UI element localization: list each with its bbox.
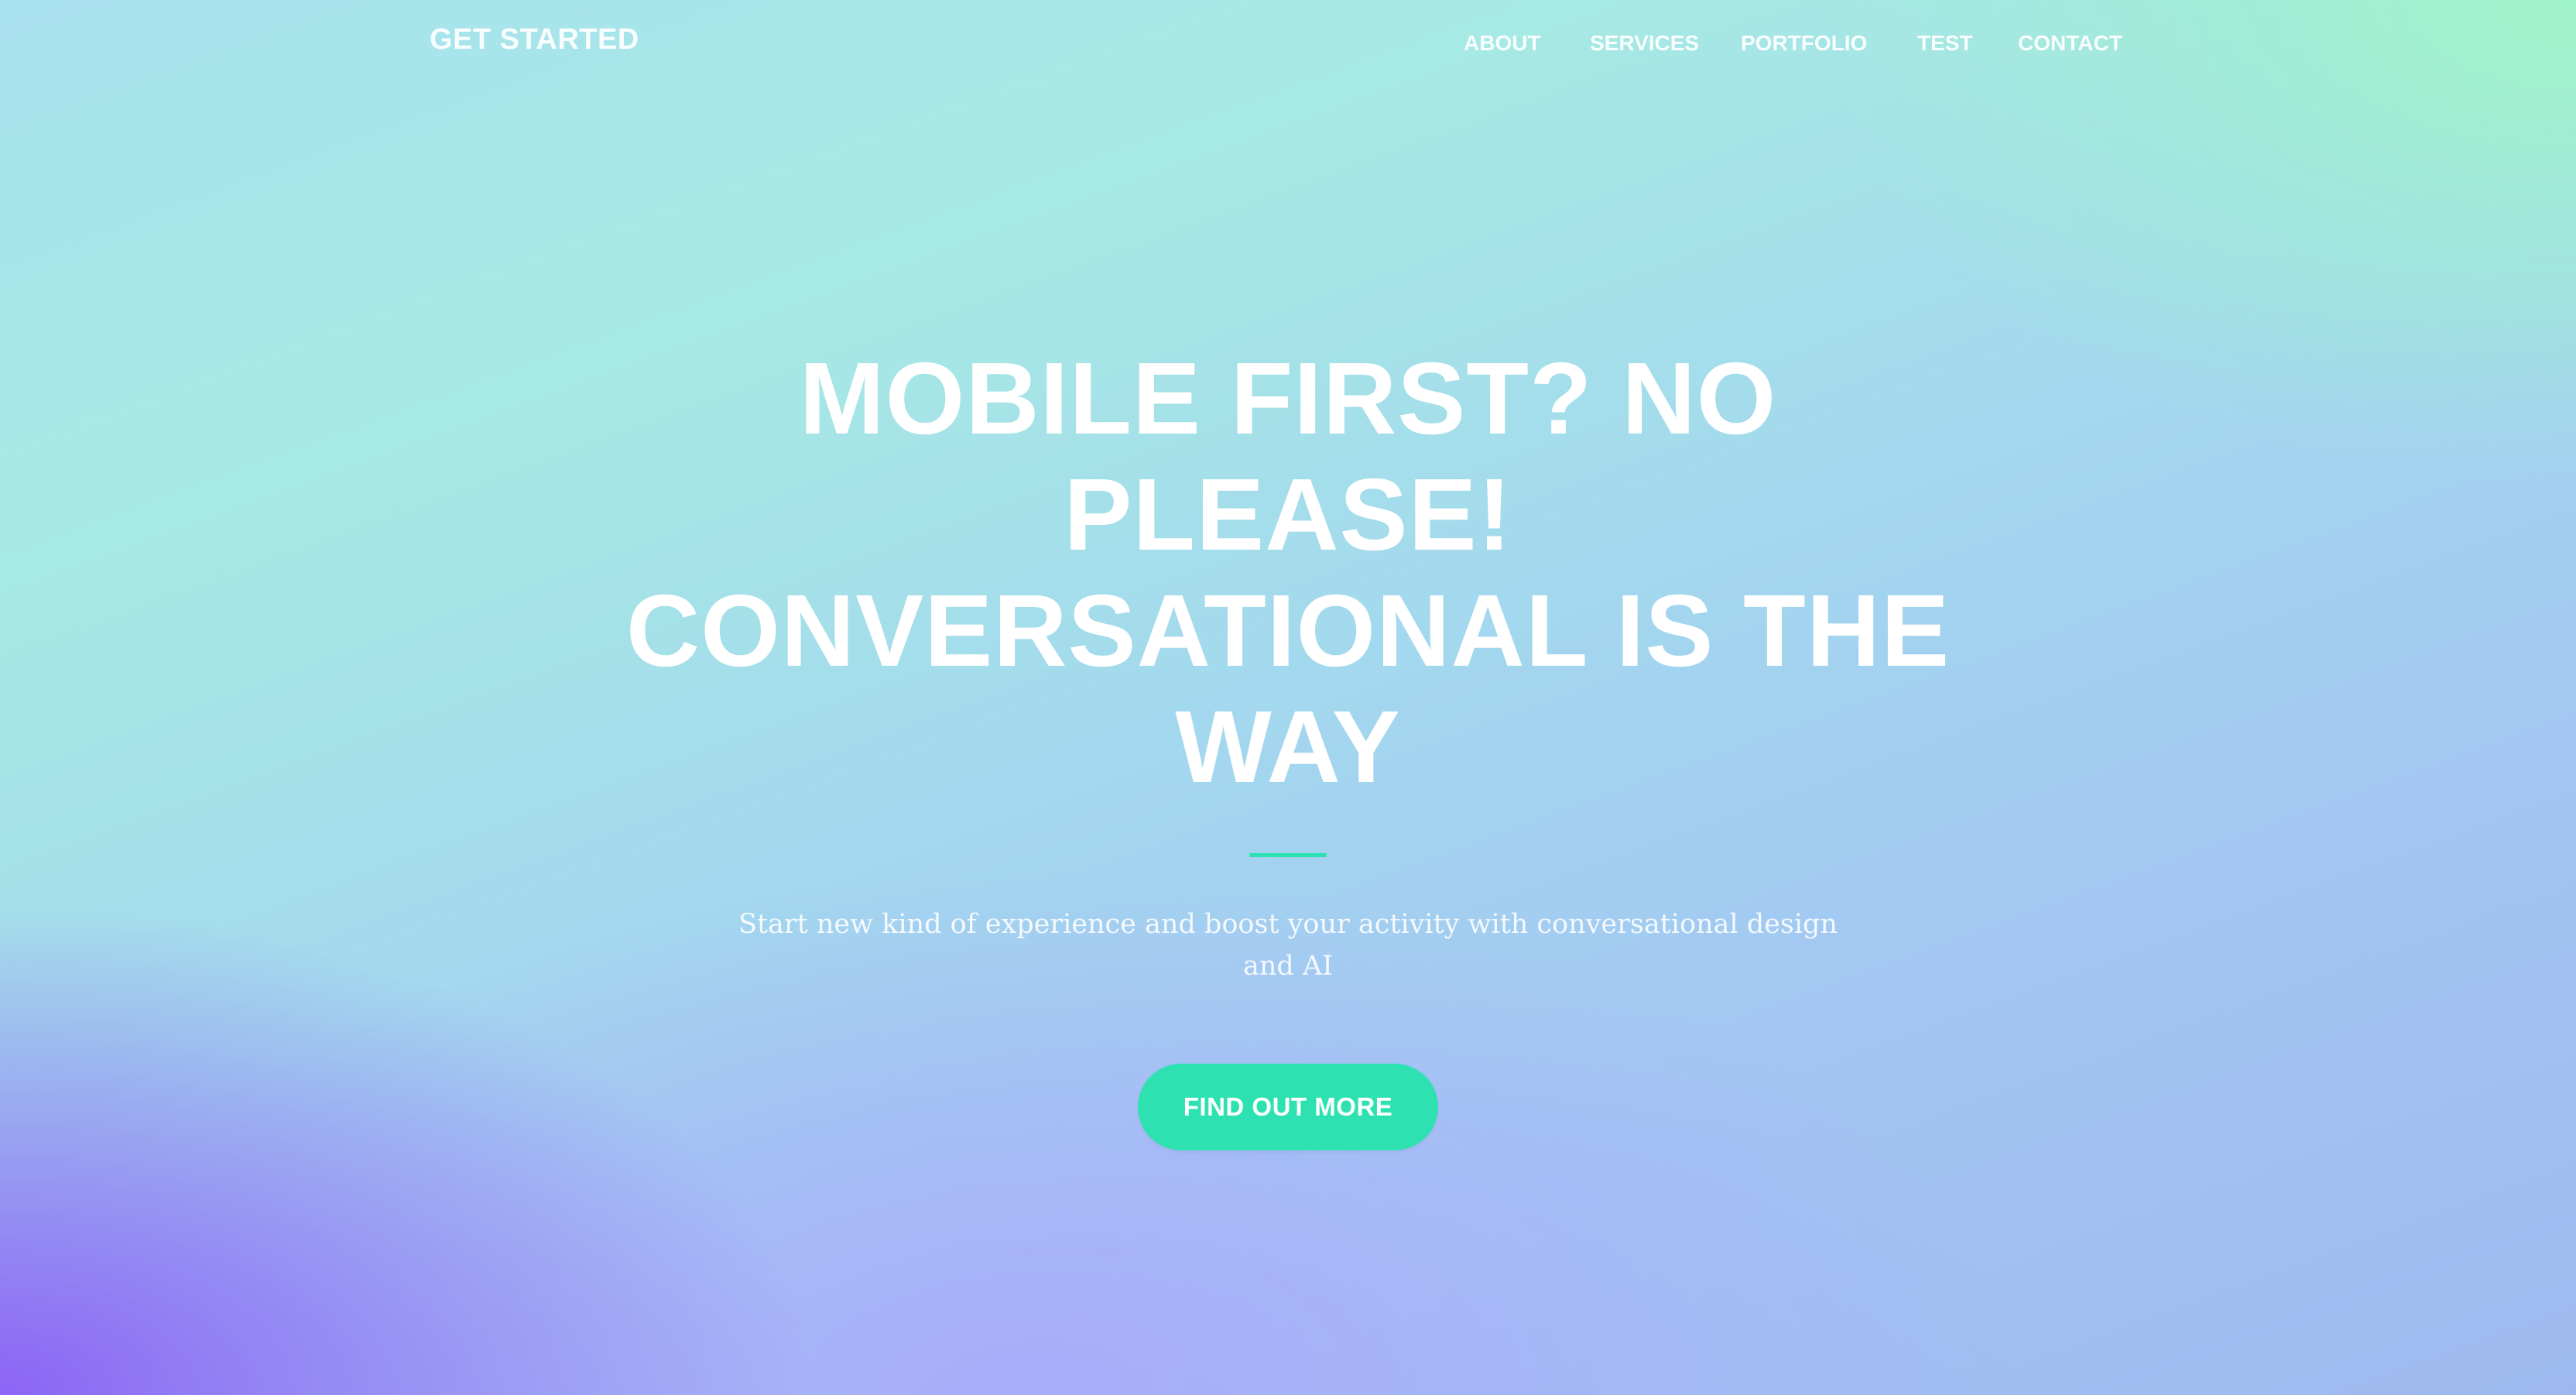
hero-subtitle: Start new kind of experience and boost y…	[738, 909, 1838, 982]
nav-link-contact[interactable]: CONTACT	[2018, 31, 2122, 56]
nav-link-test[interactable]: TEST	[1917, 31, 1973, 56]
find-out-more-button[interactable]: FIND OUT MORE	[1138, 1064, 1438, 1150]
hero-divider	[1249, 853, 1327, 857]
hero-headline-line-1: MOBILE FIRST? NO PLEASE!	[799, 341, 1777, 571]
nav-link-about[interactable]: ABOUT	[1464, 31, 1541, 56]
hero-section: MOBILE FIRST? NO PLEASE! CONVERSATIONAL …	[0, 341, 2576, 1150]
hero-headline-line-3: WAY	[1175, 690, 1401, 804]
nav-link-portfolio[interactable]: PORTFOLIO	[1741, 31, 1867, 56]
hero-headline: MOBILE FIRST? NO PLEASE! CONVERSATIONAL …	[599, 341, 1977, 805]
hero-headline-line-2: CONVERSATIONAL IS THE	[625, 574, 1951, 687]
nav-link-services[interactable]: SERVICES	[1590, 31, 1699, 56]
top-navbar: GET STARTED ABOUT SERVICES PORTFOLIO TES…	[0, 0, 2576, 87]
brand-link[interactable]: GET STARTED	[430, 23, 639, 57]
